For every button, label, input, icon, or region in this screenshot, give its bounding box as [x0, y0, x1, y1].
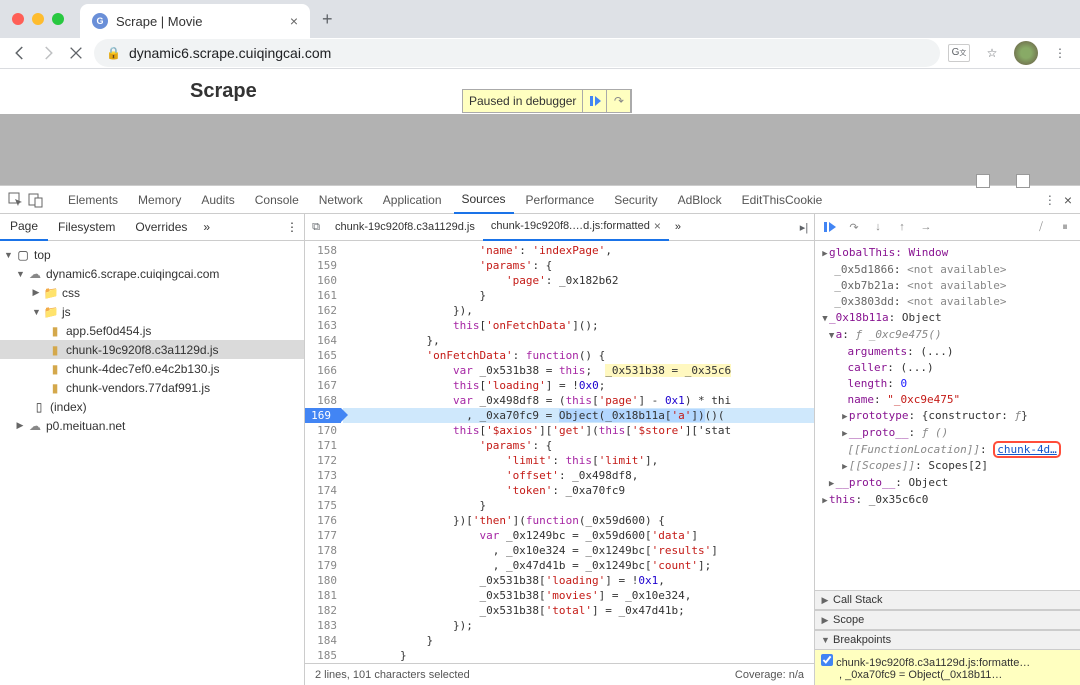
step-out-button[interactable]: ↑: [893, 218, 911, 236]
tree-domain[interactable]: ▼☁dynamic6.scrape.cuiqingcai.com: [0, 264, 304, 283]
gutter[interactable]: 1581591601611621631641651661671681691701…: [305, 241, 343, 663]
devtools-tabbar: Elements Memory Audits Console Network A…: [0, 186, 1080, 214]
resume-button[interactable]: [583, 90, 607, 112]
devtools-close-button[interactable]: ×: [1064, 192, 1072, 208]
tab-application[interactable]: Application: [375, 186, 450, 214]
stop-button[interactable]: [66, 43, 86, 63]
tab-adblock[interactable]: AdBlock: [670, 186, 730, 214]
tab-console[interactable]: Console: [247, 186, 307, 214]
sources-sidebar: Page Filesystem Overrides » ⋮ ▼▢top ▼☁dy…: [0, 214, 305, 685]
step-over-button[interactable]: ↷: [607, 90, 631, 112]
tree-top[interactable]: ▼▢top: [0, 245, 304, 264]
breakpoints-header[interactable]: ▼Breakpoints: [815, 630, 1080, 650]
maximize-window-button[interactable]: [52, 13, 64, 25]
browser-tab[interactable]: G Scrape | Movie ×: [80, 4, 310, 38]
device-toggle-button[interactable]: [28, 192, 44, 208]
sidebar-tab-filesystem[interactable]: Filesystem: [48, 214, 125, 241]
debugger-paused-badge: Paused in debugger ↷: [462, 89, 632, 113]
tree-file[interactable]: ▮app.5ef0d454.js: [0, 321, 304, 340]
step-into-button[interactable]: ↓: [869, 218, 887, 236]
file-tab[interactable]: chunk-19c920f8.c3a1129d.js: [327, 214, 483, 241]
new-tab-button[interactable]: +: [322, 9, 333, 30]
sidebar-tabs-more[interactable]: »: [197, 220, 216, 234]
file-tree: ▼▢top ▼☁dynamic6.scrape.cuiqingcai.com ▶…: [0, 241, 304, 439]
tab-security[interactable]: Security: [606, 186, 665, 214]
tab-performance[interactable]: Performance: [518, 186, 603, 214]
devtools-panel: Elements Memory Audits Console Network A…: [0, 185, 1080, 685]
resume-button[interactable]: [821, 218, 839, 236]
tree-file[interactable]: ▮chunk-4dec7ef0.e4c2b130.js: [0, 359, 304, 378]
tree-file[interactable]: ▮chunk-vendors.77daf991.js: [0, 378, 304, 397]
placeholder-icon: [976, 174, 990, 188]
file-tabs-more[interactable]: »: [669, 221, 687, 233]
callstack-header[interactable]: ▶Call Stack: [815, 590, 1080, 610]
close-file-icon[interactable]: ×: [654, 219, 661, 233]
file-tab-active[interactable]: chunk-19c920f8.…d.js:formatted×: [483, 214, 669, 241]
tab-audits[interactable]: Audits: [193, 186, 242, 214]
tab-sources[interactable]: Sources: [454, 186, 514, 214]
coverage-info: Coverage: n/a: [735, 669, 804, 681]
tab-memory[interactable]: Memory: [130, 186, 189, 214]
file-nav-button[interactable]: ⧉: [305, 217, 327, 237]
sidebar-menu[interactable]: ⋮: [280, 220, 304, 234]
menu-button[interactable]: ⋮: [1050, 43, 1070, 63]
devtools-menu-button[interactable]: ⋮: [1040, 190, 1060, 210]
tree-js[interactable]: ▼📁js: [0, 302, 304, 321]
scope-variables[interactable]: ▶globalThis: Window _0x5d1866: <not avai…: [815, 241, 1080, 590]
code-content[interactable]: 'name': 'indexPage', 'params': { 'page':…: [343, 241, 814, 663]
titlebar: G Scrape | Movie × +: [0, 0, 1080, 38]
tree-index[interactable]: ▯(index): [0, 397, 304, 416]
function-location-link[interactable]: chunk-4d…: [997, 443, 1057, 456]
url-text: dynamic6.scrape.cuiqingcai.com: [129, 45, 331, 61]
step-over-button[interactable]: ↷: [845, 218, 863, 236]
sidebar-tab-overrides[interactable]: Overrides: [125, 214, 197, 241]
lock-icon: 🔒: [106, 46, 121, 60]
forward-button[interactable]: [38, 43, 58, 63]
breakpoint-item[interactable]: chunk-19c920f8.c3a1129d.js:formatte… , _…: [815, 650, 1080, 685]
tab-title: Scrape | Movie: [116, 14, 282, 29]
tab-elements[interactable]: Elements: [60, 186, 126, 214]
tree-meituan[interactable]: ▶☁p0.meituan.net: [0, 416, 304, 435]
back-button[interactable]: [10, 43, 30, 63]
selection-info: 2 lines, 101 characters selected: [315, 669, 470, 681]
bookmark-button[interactable]: ☆: [982, 43, 1002, 63]
profile-avatar[interactable]: [1014, 41, 1038, 65]
tree-css[interactable]: ▶📁css: [0, 283, 304, 302]
step-button[interactable]: →: [917, 218, 935, 236]
editor-statusbar: 2 lines, 101 characters selected Coverag…: [305, 663, 814, 685]
scope-header[interactable]: ▶Scope: [815, 610, 1080, 630]
url-input[interactable]: 🔒 dynamic6.scrape.cuiqingcai.com: [94, 39, 940, 67]
debugger-pane: ↷ ↓ ↑ → ⧸ ⏸ ▶globalThis: Window _0x5d186…: [815, 214, 1080, 685]
debugger-toolbar: ↷ ↓ ↑ → ⧸ ⏸: [815, 214, 1080, 241]
breakpoint-checkbox[interactable]: [821, 654, 833, 666]
inspect-element-button[interactable]: [8, 192, 24, 208]
editor-tabs: ⧉ chunk-19c920f8.c3a1129d.js chunk-19c92…: [305, 214, 814, 241]
window-controls: [12, 13, 64, 25]
pause-exceptions-button[interactable]: ⏸: [1056, 218, 1074, 236]
deactivate-breakpoints-button[interactable]: ⧸: [1032, 218, 1050, 236]
tree-file-selected[interactable]: ▮chunk-19c920f8.c3a1129d.js: [0, 340, 304, 359]
placeholder-icon: [1016, 174, 1030, 188]
pause-text: Paused in debugger: [469, 94, 576, 108]
sidebar-tab-page[interactable]: Page: [0, 214, 48, 241]
favicon-icon: G: [92, 13, 108, 29]
tab-editthiscookie[interactable]: EditThisCookie: [734, 186, 831, 214]
page-logo: Scrape: [190, 80, 257, 103]
page-content: Scrape Paused in debugger ↷: [0, 69, 1080, 185]
tab-network[interactable]: Network: [311, 186, 371, 214]
address-bar: 🔒 dynamic6.scrape.cuiqingcai.com G文 ☆ ⋮: [0, 38, 1080, 69]
close-window-button[interactable]: [12, 13, 24, 25]
minimize-window-button[interactable]: [32, 13, 44, 25]
close-tab-icon[interactable]: ×: [290, 13, 298, 29]
translate-icon[interactable]: G文: [948, 44, 970, 62]
code-editor: ⧉ chunk-19c920f8.c3a1129d.js chunk-19c92…: [305, 214, 815, 685]
file-nav-toggle[interactable]: ▸|: [794, 217, 814, 237]
